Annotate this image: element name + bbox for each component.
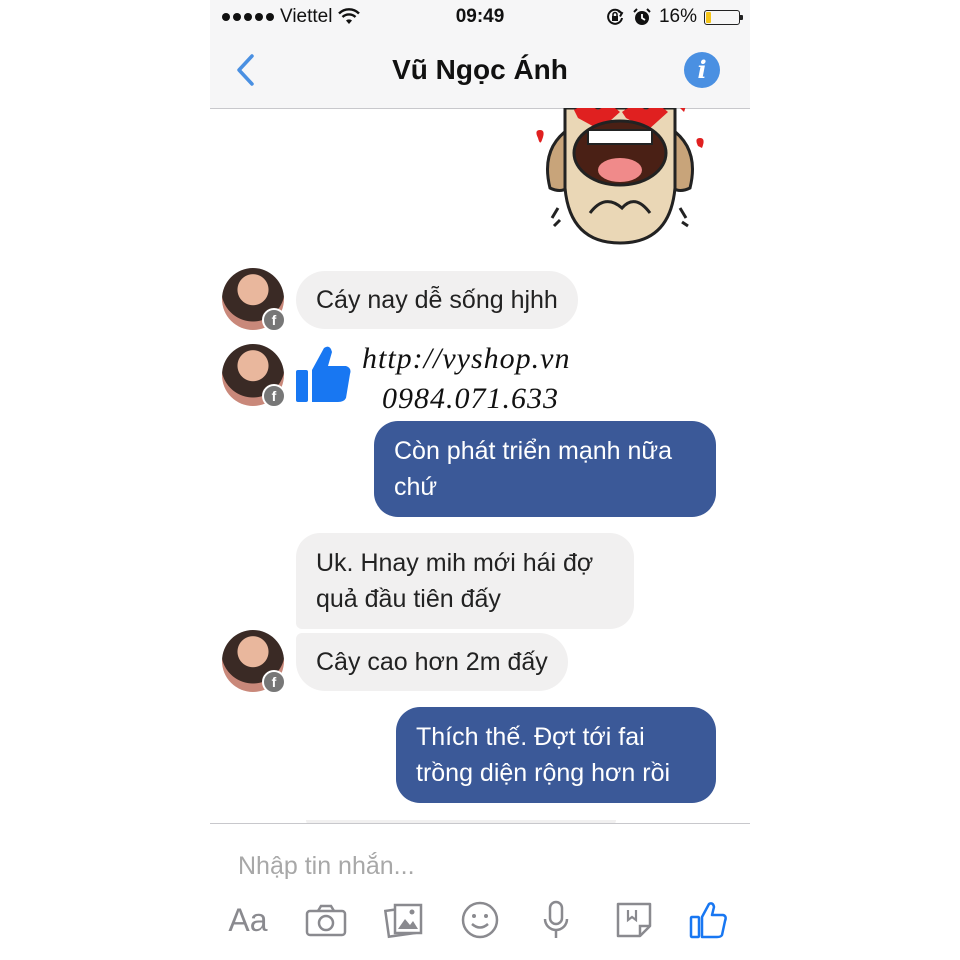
camera-icon — [305, 904, 347, 937]
facebook-badge-icon: f — [262, 670, 286, 694]
status-bar: Viettel 09:49 16% — [210, 0, 750, 36]
message-text: Cây cao hơn 2m đấy — [316, 648, 548, 676]
like-button[interactable] — [684, 896, 732, 944]
message-text-line: Thích thế. Đợt tới fai — [416, 723, 645, 751]
info-icon: i — [697, 55, 707, 84]
messenger-screen: Viettel 09:49 16% Vũ Ngọc Ánh i f Cáy na… — [210, 0, 750, 960]
microphone-button[interactable] — [532, 896, 580, 944]
like-icon — [689, 902, 727, 939]
microphone-icon — [543, 900, 569, 938]
camera-button[interactable] — [302, 896, 350, 944]
status-right: 16% — [605, 6, 743, 28]
facebook-badge-icon: f — [262, 384, 286, 408]
battery-percent: 16% — [658, 6, 697, 27]
message-text-line: Uk. Hnay mih mới hái đợ — [316, 549, 594, 577]
battery-level-fill — [706, 11, 711, 23]
message-input[interactable] — [236, 848, 720, 884]
emoji-button[interactable] — [456, 896, 504, 944]
watermark-phone: 0984.071.633 — [382, 382, 559, 415]
text-format-icon: Aa — [228, 901, 268, 938]
message-bubble-incoming[interactable]: Uk. Hnay mih mới hái đợ quả đầu tiên đấy — [296, 533, 634, 629]
message-bubble-incoming[interactable]: Cáy nay dễ sống hjhh — [296, 271, 578, 329]
photo-gallery-icon — [384, 903, 423, 939]
text-format-button[interactable]: Aa — [224, 896, 272, 944]
info-button[interactable]: i — [684, 52, 720, 88]
message-bubble-outgoing[interactable]: Còn phát triển mạnh nữa chứ — [374, 421, 716, 517]
message-bubble-incoming[interactable]: Cây cao hơn 2m đấy — [296, 633, 568, 691]
sticker-button[interactable] — [610, 896, 658, 944]
message-text-line: chứ — [394, 473, 438, 501]
sticker-icon — [616, 902, 652, 938]
contact-avatar[interactable]: f — [222, 268, 286, 332]
thumbs-up-icon[interactable] — [294, 344, 352, 406]
contact-name[interactable]: Vũ Ngọc Ánh — [210, 54, 750, 86]
conversation-header: Vũ Ngọc Ánh i — [210, 36, 750, 109]
message-text-line: quả đầu tiên đấy — [316, 585, 501, 613]
contact-avatar[interactable]: f — [222, 344, 286, 408]
contact-avatar[interactable]: f — [222, 630, 286, 694]
message-text: Cáy nay dễ sống hjhh — [316, 286, 558, 314]
dog-heart-eyes-sticker — [536, 108, 704, 245]
facebook-badge-icon: f — [262, 308, 286, 332]
composer-toolbar: Aa — [210, 896, 750, 946]
message-bubble-outgoing[interactable]: Thích thế. Đợt tới fai trồng diện rộng h… — [396, 707, 716, 803]
photo-gallery-button[interactable] — [380, 896, 428, 944]
emoji-icon — [461, 901, 499, 939]
rotation-lock-icon — [607, 8, 624, 25]
composer: Aa — [210, 824, 750, 960]
alarm-icon — [633, 8, 651, 25]
message-text-line: Còn phát triển mạnh nữa — [394, 437, 673, 465]
message-text-line: trồng diện rộng hơn rồi — [416, 759, 671, 787]
watermark-url: http://vyshop.vn — [362, 342, 571, 375]
battery-icon — [704, 9, 743, 25]
